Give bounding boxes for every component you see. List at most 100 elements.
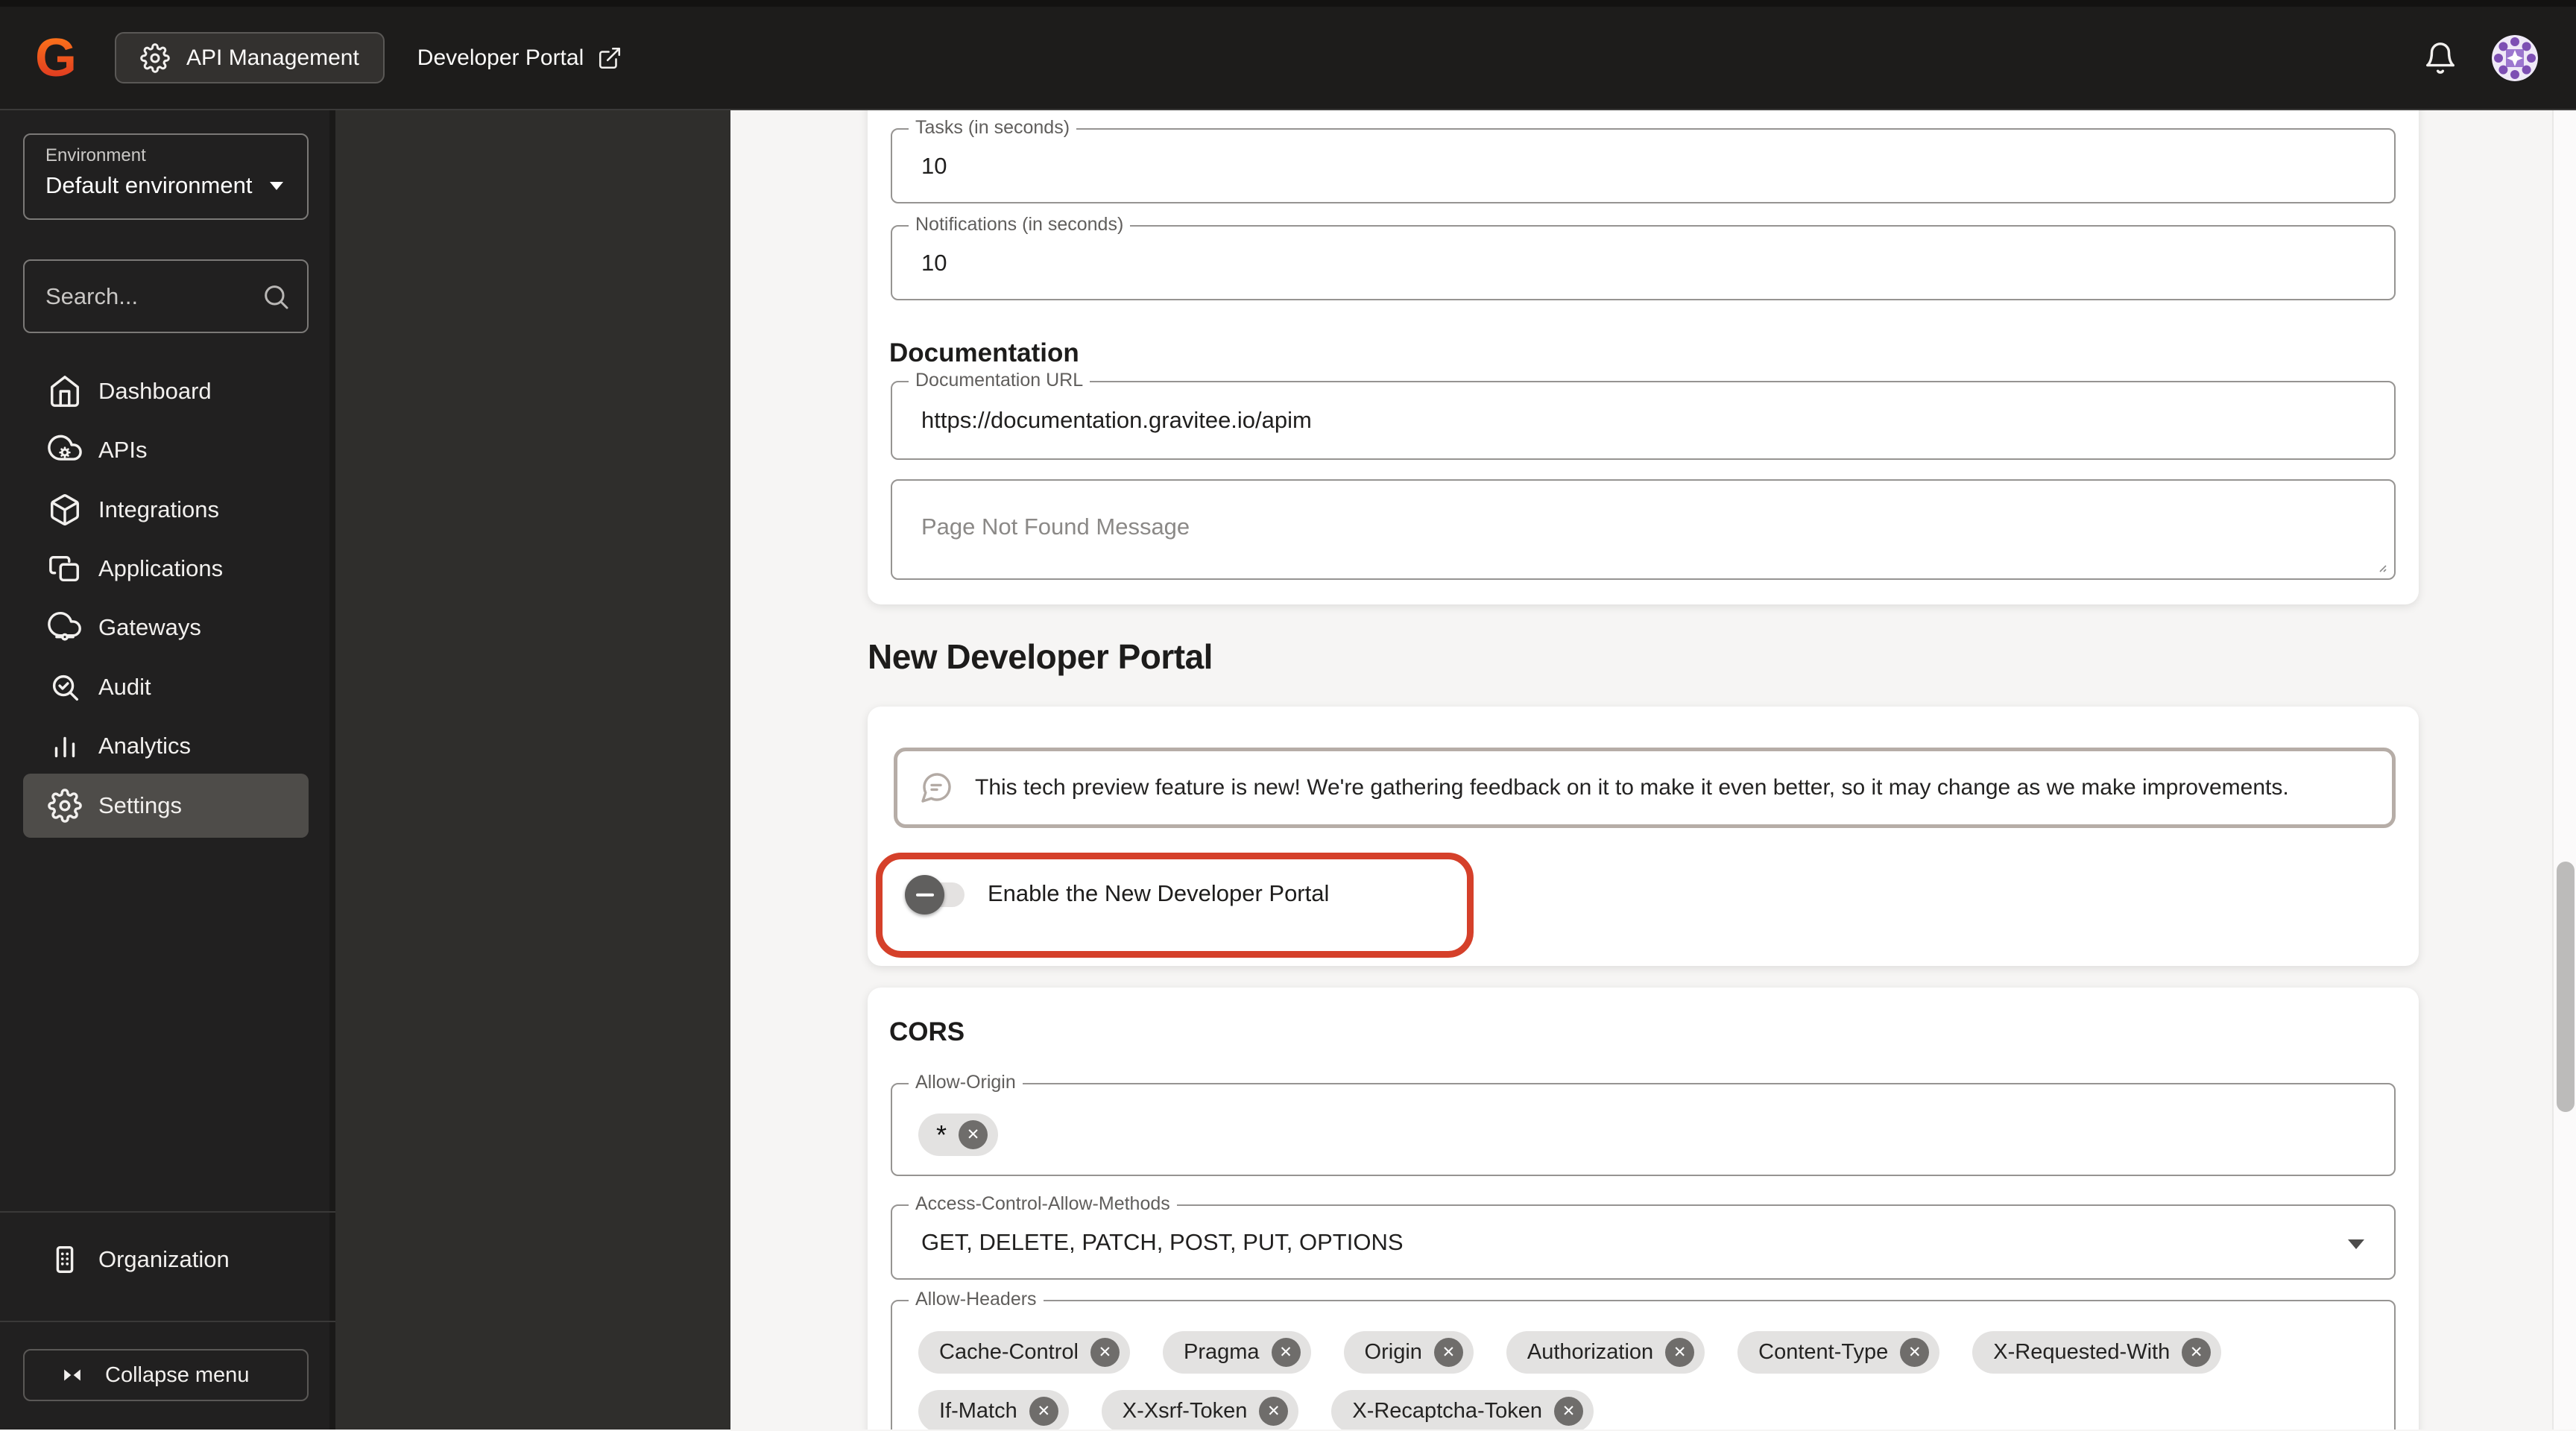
allow-methods-value: GET, DELETE, PATCH, POST, PUT, OPTIONS (921, 1228, 1404, 1255)
sidebar-item-gateways[interactable]: Gateways (23, 596, 309, 660)
cube-icon (51, 494, 79, 526)
tasks-input[interactable] (921, 152, 2123, 180)
collapse-menu-button[interactable]: Collapse menu (23, 1349, 309, 1401)
header-chip: Cache-Control ✕ (918, 1331, 1130, 1374)
resize-handle-icon[interactable] (2373, 559, 2388, 574)
product-switcher-button[interactable]: API Management (115, 32, 385, 83)
sidebar-item-label: Integrations (98, 496, 219, 522)
remove-chip-icon[interactable]: ✕ (1259, 1397, 1289, 1426)
header-chip: X-Requested-With ✕ (1972, 1331, 2222, 1374)
remove-chip-icon[interactable]: ✕ (1271, 1338, 1301, 1367)
notifications-input[interactable] (921, 249, 2123, 277)
sidebar-item-organization[interactable]: Organization (23, 1228, 309, 1292)
remove-chip-icon[interactable]: ✕ (1554, 1397, 1584, 1426)
allow-headers-field[interactable]: Allow-Headers Cache-Control ✕ Pragma ✕ Ori… (891, 1289, 2396, 1430)
tasks-field[interactable]: Tasks (in seconds) (891, 117, 2396, 203)
allow-headers-label: Allow-Headers (909, 1289, 1044, 1310)
remove-chip-icon[interactable]: ✕ (1090, 1338, 1120, 1367)
header-chip: X-Xsrf-Token ✕ (1101, 1390, 1299, 1430)
vertical-scrollbar[interactable] (2552, 110, 2576, 1430)
portal-settings-card: Tasks (in seconds) Notifications (in sec… (868, 110, 2419, 604)
collapse-menu-label: Collapse menu (105, 1362, 250, 1387)
developer-portal-link[interactable]: Developer Portal (417, 45, 622, 71)
home-icon (51, 376, 79, 407)
avatar-image (2492, 34, 2538, 81)
allow-origin-field[interactable]: Allow-Origin * ✕ (891, 1072, 2396, 1176)
sidebar-item-integrations[interactable]: Integrations (23, 478, 309, 542)
developer-portal-label: Developer Portal (417, 45, 584, 70)
cloud-node-icon (48, 612, 81, 641)
sidebar-divider (0, 1321, 335, 1322)
header-chip: Content-Type ✕ (1737, 1331, 1940, 1374)
magnifier-check-icon (52, 675, 79, 701)
sidebar-item-label: Organization (98, 1246, 230, 1272)
allow-methods-label: Access-Control-Allow-Methods (909, 1193, 1177, 1215)
settings-content: Tasks (in seconds) Notifications (in sec… (730, 110, 2576, 1430)
external-link-icon (599, 47, 621, 69)
sidebar-item-label: Applications (98, 555, 224, 581)
cors-card: CORS Allow-Origin * ✕ Access-Control-All… (868, 988, 2419, 1430)
select-arrow-icon (2348, 1239, 2364, 1249)
sidebar-divider (0, 1211, 335, 1213)
toggle-thumb[interactable] (905, 875, 944, 914)
remove-chip-icon[interactable]: ✕ (959, 1120, 988, 1149)
gear-icon (48, 789, 82, 823)
sidebar-item-label: APIs (98, 437, 148, 463)
notifications-bell-icon[interactable] (2423, 41, 2457, 75)
sidebar-item-applications[interactable]: Applications (23, 537, 309, 601)
window-top-strip (0, 0, 2576, 7)
page-not-found-textarea[interactable] (921, 488, 2365, 571)
new-developer-portal-heading: New Developer Portal (868, 637, 1213, 676)
environment-label: Environment (45, 145, 146, 165)
origin-chip: * ✕ (918, 1113, 999, 1156)
page-not-found-field[interactable] (891, 479, 2396, 580)
enable-portal-toggle[interactable] (905, 875, 965, 914)
remove-chip-icon[interactable]: ✕ (1900, 1338, 1930, 1367)
documentation-url-field[interactable]: Documentation URL (891, 370, 2396, 460)
sidebar-item-dashboard[interactable]: Dashboard (23, 359, 309, 423)
user-avatar[interactable] (2492, 34, 2538, 81)
cloud-gear-icon (48, 435, 82, 461)
remove-chip-icon[interactable]: ✕ (1029, 1397, 1058, 1426)
environment-selector[interactable]: Environment Default environment (23, 133, 309, 220)
origin-chip-value: * (936, 1119, 947, 1150)
main-sidebar: Environment Default environment Dashboar… (0, 110, 335, 1430)
cors-heading: CORS (889, 1017, 965, 1046)
tech-preview-banner-text: This tech preview feature is new! We're … (975, 775, 2289, 800)
sidebar-search[interactable] (23, 259, 309, 333)
allow-headers-chips: Cache-Control ✕ Pragma ✕ Origin ✕ Authoriza… (918, 1331, 2368, 1430)
new-developer-portal-card: This tech preview feature is new! We're … (868, 707, 2419, 966)
building-icon (56, 1245, 74, 1274)
header-chip: If-Match ✕ (918, 1390, 1069, 1430)
applications-icon (49, 555, 79, 582)
allow-methods-field[interactable]: Access-Control-Allow-Methods GET, DELETE… (891, 1193, 2396, 1280)
allow-origin-label: Allow-Origin (909, 1072, 1023, 1093)
tech-preview-banner: This tech preview feature is new! We're … (894, 748, 2396, 828)
sidebar-item-audit[interactable]: Audit (23, 655, 309, 719)
enable-portal-toggle-label: Enable the New Developer Portal (988, 880, 1330, 906)
sidebar-item-label: Dashboard (98, 378, 212, 404)
collapse-icon (64, 1369, 80, 1381)
header-chip: Authorization ✕ (1506, 1331, 1705, 1374)
chat-bubble-icon (921, 773, 951, 803)
header-chip: Pragma ✕ (1162, 1331, 1311, 1374)
remove-chip-icon[interactable]: ✕ (1665, 1338, 1695, 1367)
chevron-down-icon (270, 181, 284, 190)
sidebar-item-analytics[interactable]: Analytics (23, 714, 309, 778)
gear-icon (140, 42, 170, 73)
remove-chip-icon[interactable]: ✕ (2182, 1338, 2212, 1367)
remove-chip-icon[interactable]: ✕ (1433, 1338, 1463, 1367)
top-bar: G API Management Developer Portal (0, 7, 2576, 110)
notifications-field[interactable]: Notifications (in seconds) (891, 214, 2396, 300)
sidebar-item-label: Analytics (98, 733, 192, 759)
search-input[interactable] (45, 282, 261, 310)
documentation-url-input[interactable] (921, 407, 2123, 434)
documentation-url-label: Documentation URL (909, 370, 1090, 391)
scrollbar-thumb[interactable] (2557, 862, 2575, 1112)
sidebar-item-label: Gateways (98, 614, 201, 640)
tasks-field-label: Tasks (in seconds) (909, 117, 1077, 139)
gravitee-logo[interactable]: G (31, 31, 80, 85)
sidebar-item-apis[interactable]: APIs (23, 418, 309, 482)
sidebar-item-label: Settings (98, 792, 183, 818)
sidebar-item-settings[interactable]: Settings (23, 774, 309, 838)
